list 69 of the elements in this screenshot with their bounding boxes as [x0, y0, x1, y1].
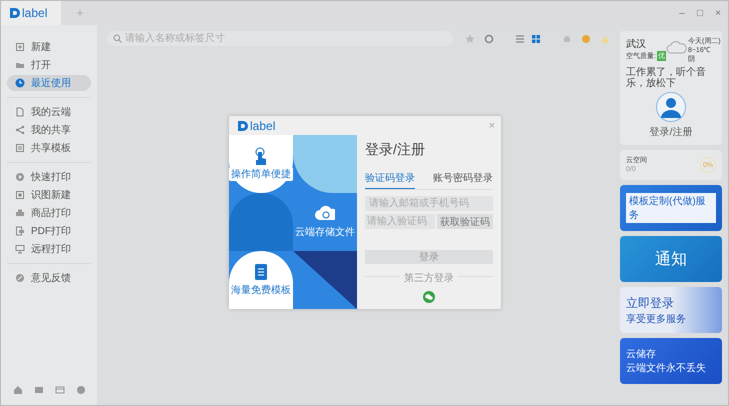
- maximize-button[interactable]: □: [692, 1, 708, 25]
- sidebar-item[interactable]: 我的云端: [7, 104, 91, 120]
- sidebar-item[interactable]: 打开: [7, 57, 91, 73]
- banner-subtitle: 云端文件永不丢失: [626, 362, 706, 375]
- login-tab[interactable]: 验证码登录: [365, 171, 415, 189]
- star-icon[interactable]: [465, 34, 475, 44]
- phone-input[interactable]: 请输入邮箱或手机号码: [365, 196, 493, 211]
- art-tile: [293, 135, 357, 193]
- banner-title: 云储存: [626, 348, 657, 361]
- sidebar-item[interactable]: PDF打印: [7, 223, 91, 239]
- sidebar-item[interactable]: 新建: [7, 39, 91, 55]
- sidebar-item[interactable]: 意见反馈: [7, 270, 91, 286]
- promo-banner[interactable]: 通知: [620, 236, 722, 282]
- cloud-sync-icon: [315, 205, 335, 223]
- login-link[interactable]: 登录/注册: [650, 125, 692, 139]
- card-icon[interactable]: [54, 385, 64, 395]
- sidebar-item-icon: [15, 78, 25, 88]
- home-icon[interactable]: [12, 385, 22, 395]
- sidebar-item-icon: [15, 244, 25, 254]
- sidebar-item-icon: [15, 172, 25, 182]
- sidebar-item-icon: [15, 60, 25, 70]
- sidebar-item-icon: [15, 125, 25, 135]
- promo-banner[interactable]: 云储存 云端文件永不丢失: [620, 338, 722, 384]
- search-icon: [113, 34, 122, 43]
- close-button[interactable]: ×: [710, 1, 726, 25]
- sidebar-item[interactable]: 最近使用: [7, 75, 91, 91]
- promo-banner[interactable]: 模板定制(代做)服务: [620, 185, 722, 231]
- sidebar-item-icon: [15, 107, 25, 117]
- app-tab[interactable]: label: [1, 1, 61, 25]
- cloud-icon: [666, 41, 688, 54]
- banner-title: 通知: [655, 250, 687, 270]
- user-icon: [660, 96, 682, 118]
- art-tile: [229, 193, 293, 251]
- sidebar-item[interactable]: 共享模板: [7, 140, 91, 156]
- sidebar-item-icon: [15, 273, 25, 283]
- minimize-button[interactable]: –: [674, 1, 690, 25]
- logo-text: label: [22, 6, 48, 20]
- sidebar-item[interactable]: 识图新建: [7, 187, 91, 203]
- wechat-icon[interactable]: [423, 291, 435, 303]
- city-name: 武汉: [626, 38, 647, 51]
- list-view-icon[interactable]: [515, 34, 525, 44]
- sidebar-item-icon: [15, 42, 25, 52]
- third-party-label: 第三方登录: [400, 271, 458, 285]
- code-input[interactable]: 请输入验证码: [365, 214, 435, 229]
- sidebar-item[interactable]: 远程打印: [7, 241, 91, 257]
- logo-icon: [237, 120, 249, 132]
- promo-banner[interactable]: 立即登录 享受更多服务: [620, 287, 722, 333]
- search-field[interactable]: 请输入名称或标签尺寸: [107, 31, 453, 46]
- avatar-button[interactable]: [656, 92, 686, 122]
- feature-label: 海量免费模板: [229, 283, 293, 297]
- grid-view-icon[interactable]: [531, 34, 541, 44]
- sidebar-item[interactable]: 我的共享: [7, 122, 91, 138]
- get-code-button[interactable]: 获取验证码: [437, 214, 493, 229]
- feature-label: 操作简单便捷: [229, 167, 293, 181]
- sidebar-item[interactable]: 商品打印: [7, 205, 91, 221]
- sidebar-item-icon: [15, 143, 25, 153]
- weather-message: 工作累了，听个音乐，放松下: [626, 67, 707, 89]
- feature-label: 云端存储文件: [294, 226, 356, 239]
- logo-icon: [9, 7, 21, 19]
- login-tab[interactable]: 账号密码登录: [433, 171, 493, 189]
- dialog-title: 登录/注册: [365, 141, 426, 159]
- logo-text: label: [250, 118, 276, 132]
- sidebar-item-icon: [15, 208, 25, 218]
- sidebar-item-icon: [15, 190, 25, 200]
- banner-title: 模板定制(代做)服务: [626, 193, 716, 223]
- banner-subtitle: 享受更多服务: [626, 312, 686, 326]
- sidebar-item-icon: [15, 226, 25, 236]
- sidebar-item[interactable]: 快速打印: [7, 169, 91, 185]
- banner-title: 立即登录: [626, 294, 675, 312]
